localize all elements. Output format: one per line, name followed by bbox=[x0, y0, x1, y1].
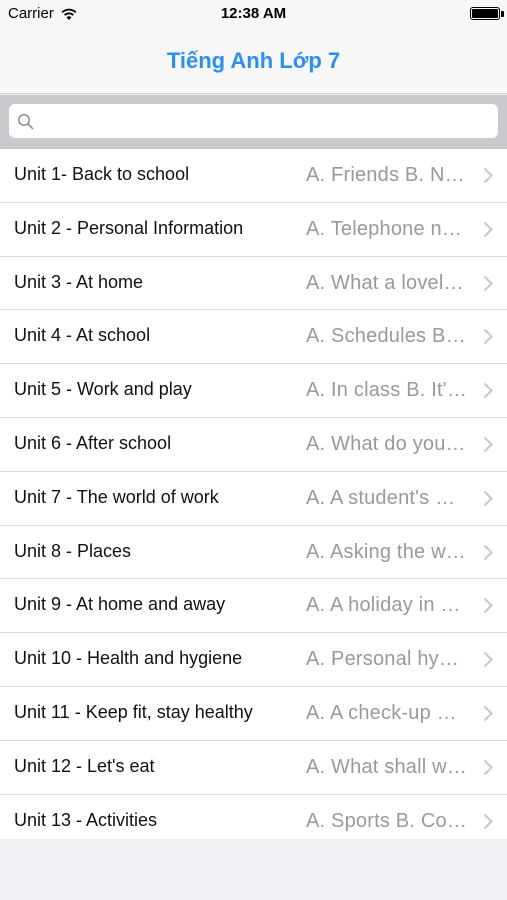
chevron-right-icon bbox=[483, 490, 493, 506]
list-item[interactable]: Unit 7 - The world of work A. A student's… bbox=[0, 472, 507, 526]
list-item[interactable]: Unit 11 - Keep fit, stay healthy A. A che… bbox=[0, 687, 507, 741]
unit-detail: A. A check-up B. What was wrong with you… bbox=[306, 701, 469, 724]
list-item[interactable]: Unit 13 - Activities A. Sports B. Come an… bbox=[0, 795, 507, 839]
chevron-right-icon bbox=[483, 813, 493, 829]
unit-title: Unit 7 - The world of work bbox=[14, 486, 219, 507]
unit-title: Unit 9 - At home and away bbox=[14, 594, 226, 615]
list-item[interactable]: Unit 10 - Health and hygiene A. Personal … bbox=[0, 633, 507, 687]
unit-detail: A. Asking the way B. At the post office bbox=[306, 540, 469, 563]
chevron-right-icon bbox=[483, 221, 493, 238]
list-item[interactable]: Unit 2 - Personal Information A. Telephon… bbox=[0, 203, 507, 257]
unit-detail: A. Friends B. Names and addresses bbox=[306, 164, 469, 186]
unit-detail: A. Telephone numbers B. My birthday bbox=[306, 217, 469, 240]
navigation-bar: Tiếng Anh Lớp 7 bbox=[0, 28, 507, 94]
unit-title: Unit 11 - Keep fit, stay healthy bbox=[14, 701, 253, 722]
list-item[interactable]: Unit 6 - After school A. What do you do? … bbox=[0, 418, 507, 472]
chevron-right-icon bbox=[483, 705, 493, 722]
unit-title: Unit 3 - At home bbox=[14, 271, 144, 292]
battery-icon bbox=[470, 7, 500, 20]
list-item[interactable]: Unit 3 - At home A. What a lovely home! B… bbox=[0, 257, 507, 311]
unit-title: Unit 12 - Let's eat bbox=[14, 755, 155, 776]
unit-title: Unit 1- Back to school bbox=[14, 164, 190, 184]
unit-detail: A. What a lovely home! B. Hoa's family bbox=[306, 271, 469, 294]
unit-title: Unit 6 - After school bbox=[14, 432, 172, 453]
unit-title: Unit 10 - Health and hygiene bbox=[14, 648, 243, 669]
list-item[interactable]: Unit 12 - Let's eat A. What shall we eat?… bbox=[0, 741, 507, 795]
battery-tip bbox=[501, 11, 504, 17]
unit-title: Unit 8 - Places bbox=[14, 540, 132, 561]
unit-title: Unit 2 - Personal Information bbox=[14, 217, 244, 238]
unit-title: Unit 5 - Work and play bbox=[14, 379, 192, 400]
unit-detail: A. What shall we eat? B. Our food bbox=[306, 755, 469, 778]
status-bar: Carrier 12:38 AM bbox=[0, 0, 507, 28]
list-item[interactable]: Unit 9 - At home and away A. A holiday in… bbox=[0, 579, 507, 634]
status-time: 12:38 AM bbox=[220, 5, 287, 22]
chevron-right-icon bbox=[483, 436, 493, 453]
chevron-right-icon bbox=[483, 651, 493, 668]
search-field[interactable] bbox=[9, 104, 498, 138]
unit-detail: A. A holiday in Nha Trang B. Neighbors bbox=[306, 594, 469, 617]
chevron-right-icon bbox=[483, 167, 493, 184]
chevron-right-icon bbox=[483, 275, 493, 291]
unit-title: Unit 4 - At school bbox=[14, 325, 151, 346]
list-item[interactable]: Unit 4 - At school A. Schedules B. The li… bbox=[0, 310, 507, 365]
unit-detail: A. Personal hygiene B. A bad toothache bbox=[306, 648, 469, 671]
unit-list: Unit 1- Back to school A. Friends B. Name… bbox=[0, 149, 507, 839]
chevron-right-icon bbox=[483, 382, 493, 399]
unit-title: Unit 13 - Activities bbox=[14, 809, 158, 830]
chevron-right-icon bbox=[483, 759, 493, 775]
unit-detail: A. Schedules B. The library bbox=[306, 325, 469, 348]
unit-detail: A. In class B. It's time for recess bbox=[306, 379, 469, 402]
chevron-right-icon bbox=[483, 598, 493, 614]
page-title: Tiếng Anh Lớp 7 bbox=[166, 48, 341, 73]
list-item[interactable]: Unit 5 - Work and play A. In class B. It'… bbox=[0, 364, 507, 418]
chevron-right-icon bbox=[483, 329, 493, 345]
unit-detail: A. A student's work B. The worker bbox=[306, 486, 469, 509]
unit-detail: A. What do you do? B. Let's go! bbox=[306, 432, 469, 455]
unit-detail: A. Sports B. Come and play bbox=[306, 809, 469, 832]
search-input[interactable] bbox=[41, 104, 491, 138]
chevron-right-icon bbox=[483, 544, 493, 560]
search-bar bbox=[0, 95, 507, 149]
search-icon bbox=[18, 114, 34, 130]
list-item[interactable]: Unit 8 - Places A. Asking the way B. At t… bbox=[0, 526, 507, 580]
list-item[interactable]: Unit 1- Back to school A. Friends B. Name… bbox=[0, 149, 507, 203]
